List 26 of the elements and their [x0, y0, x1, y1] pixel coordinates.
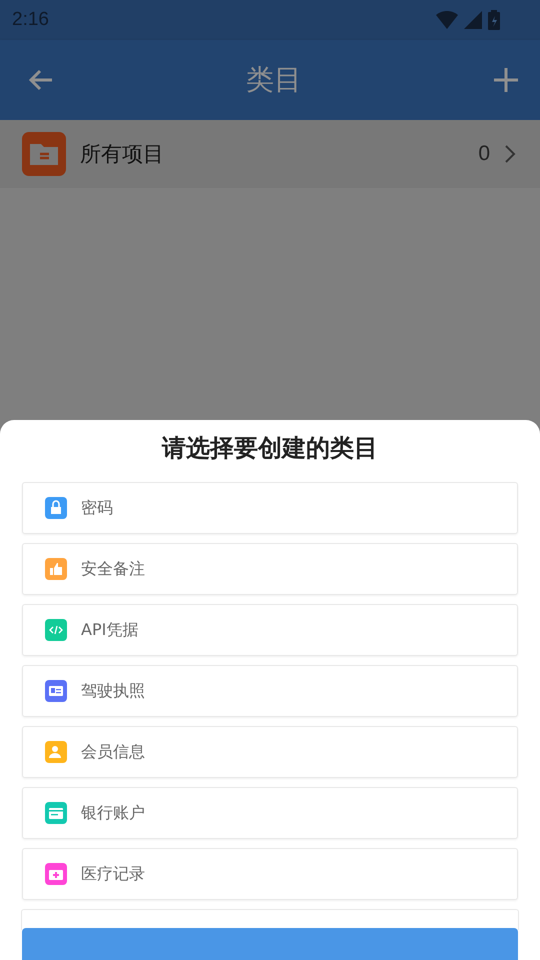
category-option[interactable]: 密码 [22, 482, 518, 534]
signal-icon [464, 11, 482, 29]
category-option[interactable]: 会员信息 [22, 726, 518, 778]
category-name[interactable]: 所有项目 [80, 140, 464, 168]
battery-icon [488, 10, 500, 30]
person-icon [45, 741, 67, 763]
card-icon [45, 680, 67, 702]
category-option[interactable]: 银行账户 [22, 787, 518, 839]
thumb-icon [45, 558, 67, 580]
category-option[interactable]: 医疗记录 [22, 848, 518, 900]
add-icon[interactable] [494, 68, 518, 92]
category-option[interactable]: API凭据 [22, 604, 518, 656]
back-icon[interactable] [28, 68, 54, 92]
medical-icon [45, 863, 67, 885]
category-option[interactable]: 驾驶执照 [22, 665, 518, 717]
screen-title: 类目 [246, 62, 302, 98]
status-time: 2:16 [12, 9, 49, 31]
lock-icon [45, 497, 67, 519]
chevron-icon [504, 144, 516, 164]
sheet-title: 请选择要创建的类目 [162, 433, 378, 464]
code-icon [45, 619, 67, 641]
bank-icon [45, 802, 67, 824]
category-option[interactable]: 安全备注 [22, 543, 518, 595]
item-count: 0 [478, 142, 490, 166]
wifi-icon [436, 11, 458, 29]
folder-icon [22, 132, 66, 176]
